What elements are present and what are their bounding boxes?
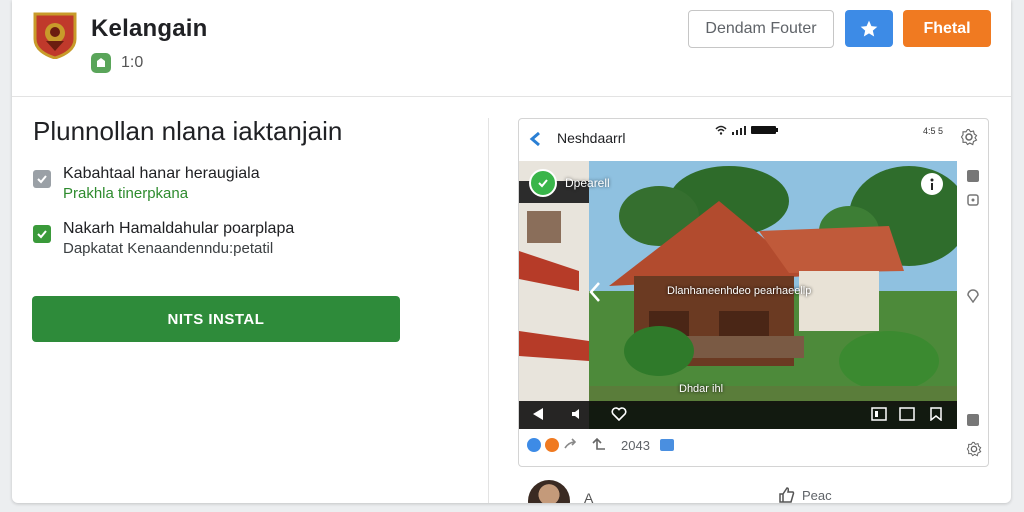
share-icon[interactable] [563, 438, 577, 452]
feature-subtitle: Dapkatat Kenaandenndu:petatil [63, 240, 274, 257]
preview-topbar: Neshdaarrl 4:5 5 [519, 119, 988, 161]
feature-item: Nakarh Hamaldahular poarplapa Dapkatat K… [33, 219, 294, 259]
photo-caption-secondary: Dhdar ihl [679, 383, 724, 395]
repost-icon[interactable] [591, 437, 611, 453]
rating-value: 1:0 [121, 54, 144, 71]
house-photo[interactable]: Dpearell Dlanhaneenhdeo pearhaeellp Dhda… [519, 161, 957, 429]
status-icons [715, 125, 779, 135]
gear-icon[interactable] [960, 128, 978, 151]
header-divider [12, 96, 1011, 97]
photo-badge: Dpearell [529, 169, 610, 197]
wifi-icon [715, 125, 727, 135]
feature-item: Kabahtaal hanar heraugiala Prakhla tiner… [33, 164, 260, 204]
heart-icon[interactable] [611, 407, 627, 421]
reaction-love-icon[interactable] [545, 438, 559, 452]
feature-subtitle: Prakhla tinerpkana [63, 185, 189, 202]
preview-footer: 2043 [527, 437, 674, 453]
check-icon[interactable] [33, 225, 51, 243]
avatar-label: A [584, 490, 594, 503]
photo-badge-text: Dpearell [565, 176, 610, 190]
reaction-like-icon[interactable] [527, 438, 541, 452]
secondary-button[interactable]: Dendam Fouter [688, 10, 834, 48]
fullscreen-icon[interactable] [899, 407, 915, 421]
signal-icon [732, 126, 746, 135]
star-icon [860, 20, 878, 36]
page-headline: Plunnollan nlana iaktanjain [33, 116, 343, 146]
preview-panel: Neshdaarrl 4:5 5 Dpearell Dlanhaneenhdeo… [518, 118, 989, 467]
volume-icon[interactable] [571, 407, 585, 421]
like-label: Peac [802, 487, 832, 503]
app-card: Kelangain 1:0 Dendam Fouter Fhetal Plunn… [12, 0, 1011, 503]
lock-icon[interactable] [966, 193, 980, 212]
battery-icon [751, 126, 778, 134]
chevron-left-icon[interactable] [589, 281, 601, 303]
check-circle-icon [529, 169, 557, 197]
status-time: 4:5 5 [923, 126, 944, 136]
like-button[interactable]: Peac [778, 486, 832, 503]
install-top-button[interactable]: Fhetal [903, 10, 991, 47]
info-icon[interactable] [921, 173, 943, 195]
preview-title: Neshdaarrl [557, 130, 626, 146]
check-icon[interactable] [33, 170, 51, 188]
star-button[interactable] [845, 10, 893, 47]
square-icon[interactable] [966, 169, 980, 188]
play-back-icon[interactable] [531, 407, 545, 421]
settings-icon[interactable] [966, 441, 982, 462]
video-controls [519, 401, 957, 429]
back-arrow-icon[interactable] [529, 131, 543, 152]
captions-icon[interactable] [871, 407, 887, 421]
column-divider [488, 118, 489, 503]
photo-caption: Dlanhaneenhdeo pearhaeellp [667, 285, 812, 297]
rating-row: 1:0 [91, 53, 143, 73]
avatar[interactable] [528, 480, 570, 503]
square-icon[interactable] [966, 413, 980, 432]
app-title: Kelangain [91, 15, 208, 42]
interaction-count: 2043 [621, 437, 650, 453]
install-button[interactable]: NITS INSTAL [32, 296, 400, 342]
comment-icon[interactable] [659, 439, 674, 451]
feature-title: Kabahtaal hanar heraugiala [63, 165, 260, 182]
thumbs-up-icon [779, 487, 795, 503]
rating-icon [91, 53, 111, 73]
location-pin-icon[interactable] [966, 287, 980, 308]
bookmark-icon[interactable] [929, 407, 943, 421]
feature-title: Nakarh Hamaldahular poarplapa [63, 220, 295, 237]
app-logo [32, 11, 78, 60]
